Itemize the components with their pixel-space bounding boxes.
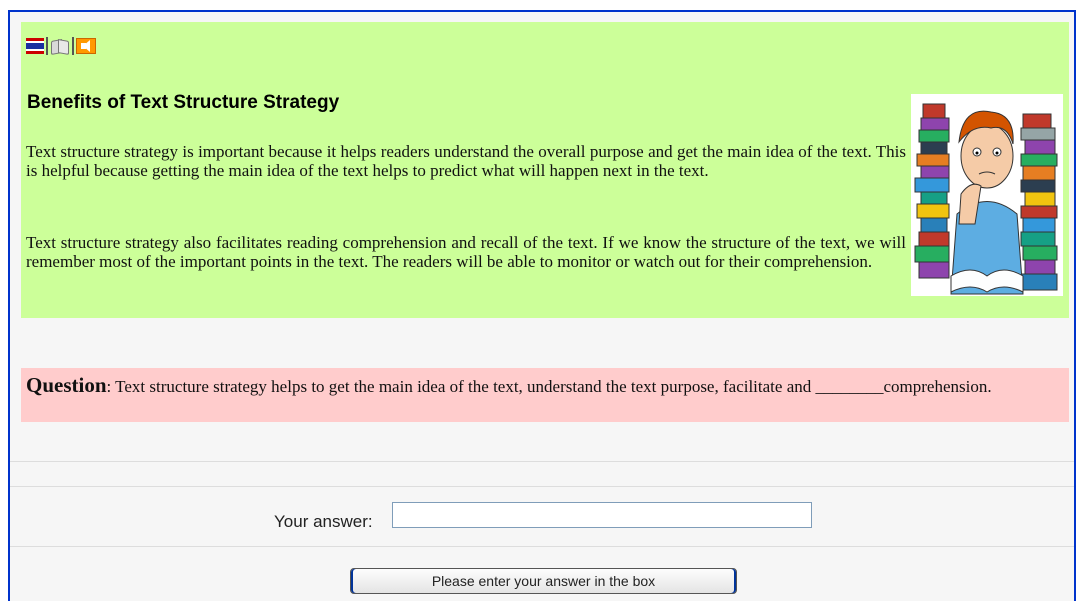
divider [10,486,1074,487]
lesson-frame: Benefits of Text Structure Strategy Text… [8,10,1076,601]
question-box: Question: Text structure strategy helps … [21,368,1069,422]
speaker-icon[interactable] [76,38,96,54]
toolbar-separator [72,37,74,55]
page-title: Benefits of Text Structure Strategy [27,92,340,113]
divider [10,546,1074,547]
question-text: Question: Text structure strategy helps … [26,374,1066,398]
divider [10,461,1074,462]
answer-input[interactable] [392,502,812,528]
flag-icon[interactable] [26,38,44,55]
question-prompt: : Text structure strategy helps to get t… [106,377,992,396]
toolbar-separator [46,37,48,55]
book-icon[interactable] [50,38,70,55]
student-reading-illustration [911,94,1063,296]
question-label: Question [26,373,107,397]
toolbar [26,36,96,56]
paragraph-comprehension: Text structure strategy also facilitates… [26,233,906,271]
lesson-panel: Benefits of Text Structure Strategy Text… [21,22,1069,318]
answer-label: Your answer: [274,512,373,531]
submit-answer-button[interactable]: Please enter your answer in the box [350,568,737,594]
paragraph-purpose: Text structure strategy is important bec… [26,142,906,180]
